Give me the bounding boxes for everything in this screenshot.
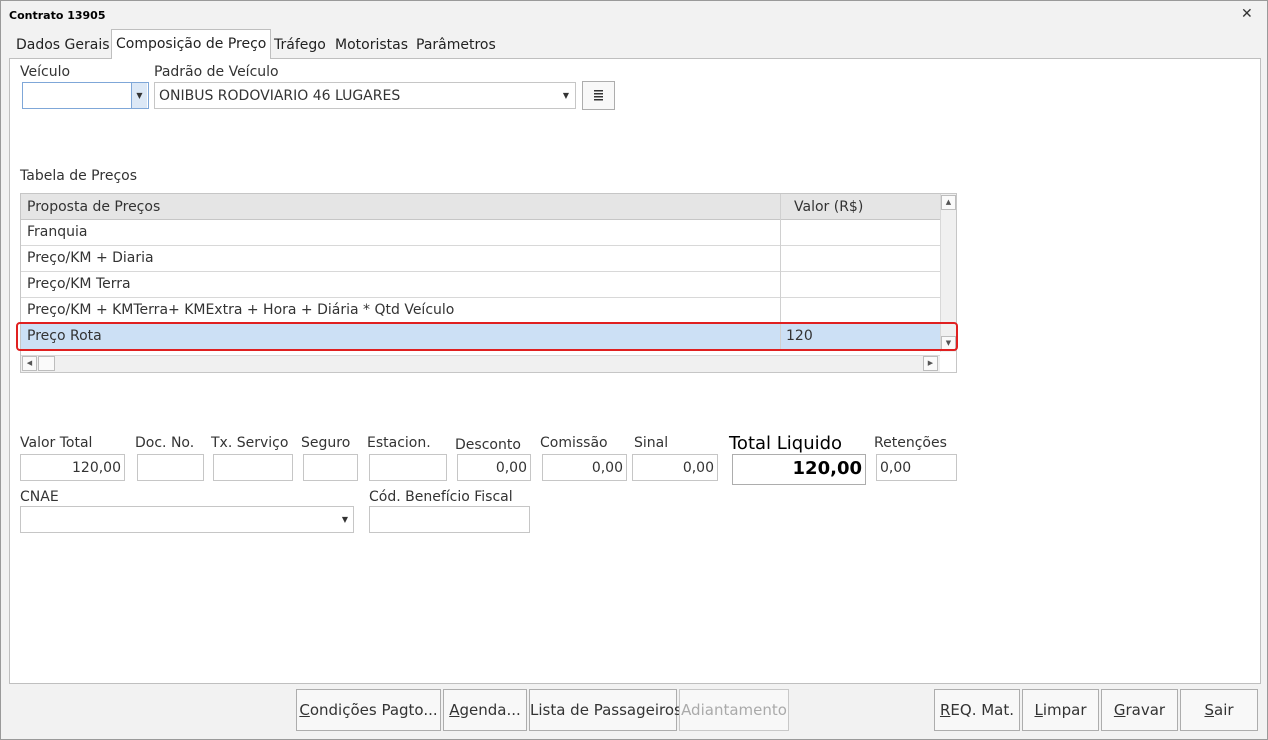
- scroll-right-icon[interactable]: ▶: [923, 356, 938, 371]
- agenda-label: genda...: [459, 701, 521, 719]
- retencoes-field[interactable]: 0,00: [876, 454, 957, 481]
- seguro-field[interactable]: [303, 454, 358, 481]
- table-row[interactable]: Preço/KM + KMTerra+ KMExtra + Hora + Diá…: [21, 298, 940, 324]
- horizontal-scrollbar[interactable]: ◀ ▶: [21, 355, 940, 372]
- beneficio-fiscal-label: Cód. Benefício Fiscal: [369, 489, 513, 505]
- row-proposta: Franquia: [27, 224, 88, 240]
- total-liquido-field: 120,00: [732, 454, 866, 485]
- desconto-value: 0,00: [495, 460, 527, 476]
- comissao-field[interactable]: 0,00: [542, 454, 627, 481]
- sinal-label: Sinal: [634, 435, 669, 451]
- veiculo-combo[interactable]: ▼: [22, 82, 149, 109]
- agenda-button[interactable]: Agenda...: [443, 689, 527, 731]
- row-proposta: Preço/KM + Diaria: [27, 250, 154, 266]
- req-accel: R: [939, 701, 951, 719]
- beneficio-fiscal-field[interactable]: [369, 506, 530, 533]
- tab-composicao-de-preco[interactable]: Composição de Preço: [111, 29, 272, 59]
- estacion-field[interactable]: [369, 454, 447, 481]
- adiantamento-button[interactable]: Adiantamento: [679, 689, 789, 731]
- gravar-label: ravar: [1125, 701, 1166, 719]
- sinal-field[interactable]: 0,00: [632, 454, 718, 481]
- table-row[interactable]: Preço/KM + Diaria: [21, 246, 940, 272]
- retencoes-label: Retenções: [874, 435, 947, 451]
- sair-accel: S: [1204, 701, 1214, 719]
- req-mat-button[interactable]: REQ. Mat.: [934, 689, 1020, 731]
- table-row[interactable]: Franquia: [21, 220, 940, 246]
- desconto-label: Desconto: [455, 437, 521, 453]
- gravar-accel: G: [1113, 701, 1126, 719]
- tx-servico-label: Tx. Serviço: [211, 435, 289, 451]
- retencoes-value: 0,00: [880, 460, 912, 476]
- total-liquido-value: 120,00: [792, 458, 862, 479]
- valor-total-value: 120,00: [72, 460, 121, 476]
- list-icon: [594, 90, 603, 101]
- tx-servico-field[interactable]: [213, 454, 293, 481]
- valor-total-label: Valor Total: [20, 435, 93, 451]
- seguro-label: Seguro: [301, 435, 351, 451]
- row-proposta: Preço/KM Terra: [27, 276, 131, 292]
- veiculo-label: Veículo: [20, 64, 71, 80]
- sair-label: air: [1214, 701, 1234, 719]
- condicoes-pagto-button[interactable]: Condições Pagto...: [296, 689, 441, 731]
- padrao-veiculo-combo[interactable]: ONIBUS RODOVIARIO 46 LUGARES ▼: [154, 82, 576, 109]
- limpar-accel: L: [1034, 701, 1043, 719]
- sair-button[interactable]: Sair: [1180, 689, 1258, 731]
- dropdown-arrow-icon[interactable]: ▼: [558, 83, 574, 108]
- desconto-field[interactable]: 0,00: [457, 454, 531, 481]
- condicoes-label: ondições Pagto...: [309, 701, 438, 719]
- table-row[interactable]: Preço/KM Terra: [21, 272, 940, 298]
- comissao-value: 0,00: [591, 460, 623, 476]
- padrao-veiculo-label: Padrão de Veículo: [154, 64, 279, 80]
- total-liquido-label: Total Liquido: [729, 433, 843, 454]
- valor-total-field[interactable]: 120,00: [20, 454, 125, 481]
- selection-highlight: [16, 322, 958, 351]
- scroll-thumb[interactable]: [38, 356, 55, 371]
- agenda-accel: A: [449, 701, 460, 719]
- cnae-label: CNAE: [20, 489, 59, 505]
- cnae-combo[interactable]: ▼: [20, 506, 354, 533]
- limpar-label: impar: [1042, 701, 1087, 719]
- table-header: Proposta de Preços Valor (R$): [21, 194, 940, 220]
- column-header-proposta[interactable]: Proposta de Preços: [27, 199, 160, 215]
- doc-no-label: Doc. No.: [135, 435, 195, 451]
- gravar-button[interactable]: Gravar: [1101, 689, 1178, 731]
- estacion-label: Estacion.: [367, 435, 431, 451]
- tab-dados-gerais[interactable]: Dados Gerais: [13, 35, 113, 58]
- window-title: Contrato 13905: [9, 9, 106, 22]
- dropdown-arrow-icon[interactable]: ▼: [337, 507, 353, 532]
- contract-window: Contrato 13905 ✕ Dados Gerais Composição…: [0, 0, 1268, 740]
- comissao-label: Comissão: [540, 435, 608, 451]
- dropdown-arrow-icon[interactable]: ▼: [131, 83, 147, 108]
- scroll-up-icon[interactable]: ▲: [941, 195, 956, 210]
- list-button[interactable]: [582, 81, 615, 110]
- limpar-button[interactable]: Limpar: [1022, 689, 1099, 731]
- tabela-precos-label: Tabela de Preços: [20, 168, 137, 184]
- tab-motoristas[interactable]: Motoristas: [332, 35, 411, 58]
- close-icon[interactable]: ✕: [1241, 6, 1253, 22]
- req-label: EQ. Mat.: [950, 701, 1015, 719]
- row-proposta: Preço/KM + KMTerra+ KMExtra + Hora + Diá…: [27, 302, 455, 318]
- padrao-veiculo-value: ONIBUS RODOVIARIO 46 LUGARES: [159, 88, 401, 104]
- doc-no-field[interactable]: [137, 454, 204, 481]
- condicoes-accel: C: [299, 701, 310, 719]
- lista-passageiros-button[interactable]: Lista de Passageiros...: [529, 689, 696, 731]
- sinal-value: 0,00: [682, 460, 714, 476]
- scroll-left-icon[interactable]: ◀: [22, 356, 37, 371]
- tab-parametros[interactable]: Parâmetros: [413, 35, 499, 58]
- column-header-valor[interactable]: Valor (R$): [794, 199, 863, 215]
- tab-trafego[interactable]: Tráfego: [271, 35, 329, 58]
